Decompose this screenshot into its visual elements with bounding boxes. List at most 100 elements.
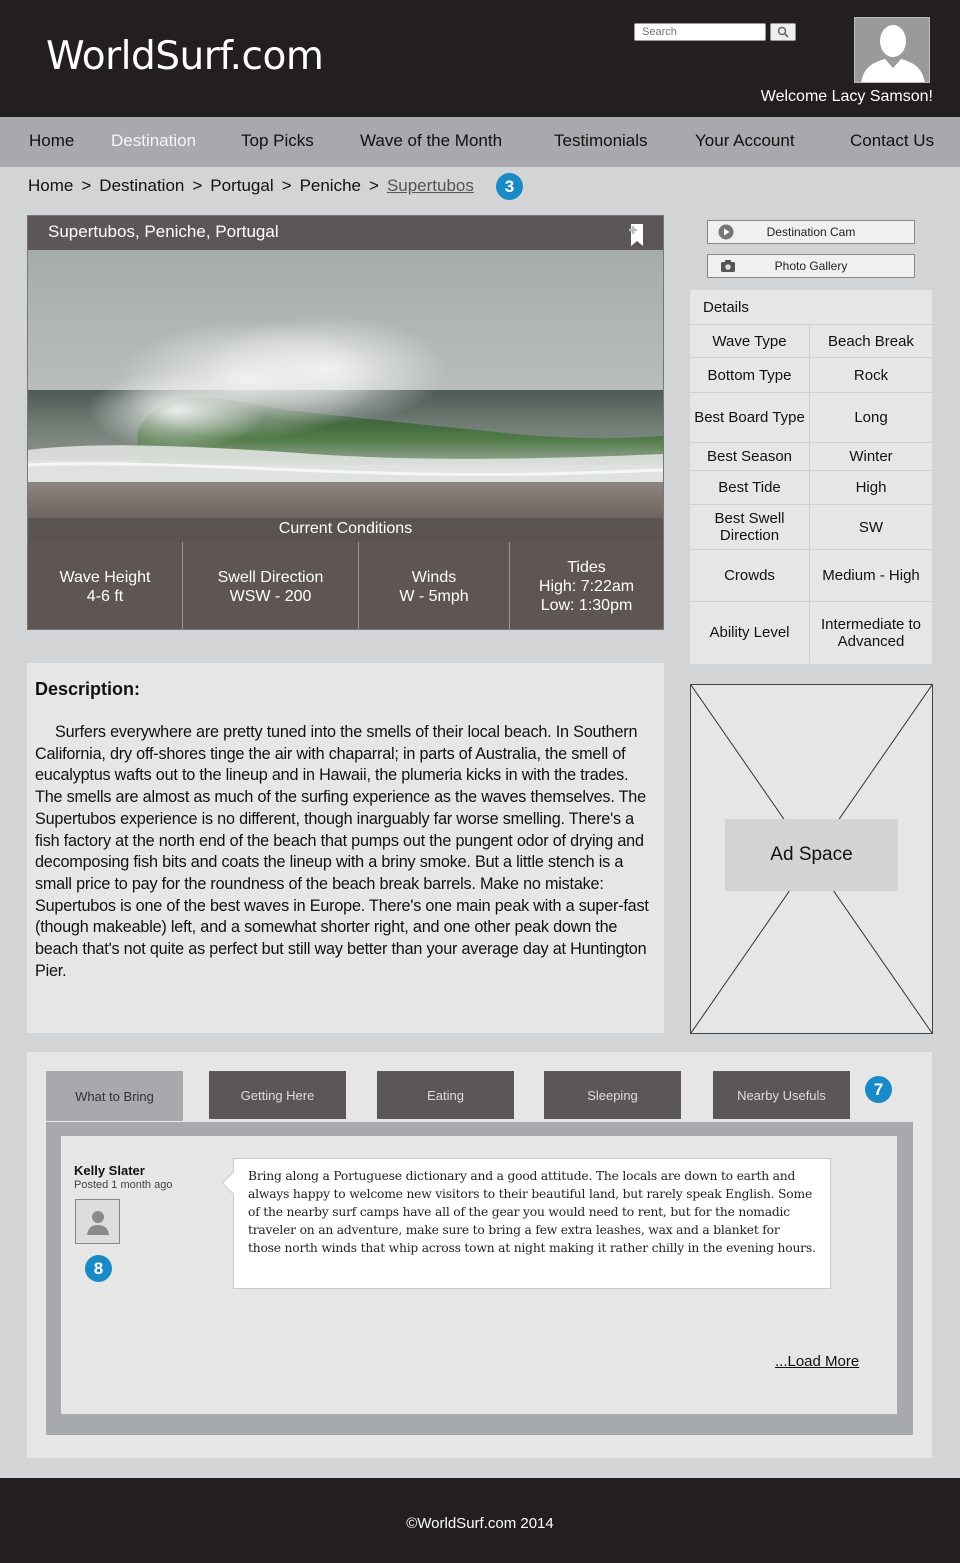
detail-row: Best Swell Direction SW	[690, 504, 932, 549]
tab-getting-here[interactable]: Getting Here	[209, 1071, 346, 1119]
condition-label: Tides	[567, 559, 606, 576]
details-heading: Details	[703, 299, 749, 316]
search-input[interactable]	[634, 23, 766, 41]
condition-tides: Tides High: 7:22am Low: 1:30pm	[510, 542, 663, 629]
ad-space[interactable]: Ad Space	[690, 684, 933, 1034]
tab-nearby-usefuls[interactable]: Nearby Usefuls	[713, 1071, 850, 1119]
hero-title: Supertubos, Peniche, Portugal	[28, 216, 663, 250]
detail-key: Best Tide	[690, 471, 810, 504]
tabs-panel: What to Bring Getting Here Eating Sleepi…	[27, 1052, 932, 1458]
nav-contact-us[interactable]: Contact Us	[850, 131, 934, 151]
details-table: Details Wave Type Beach Break Bottom Typ…	[690, 290, 932, 664]
annotation-badge-3: 3	[496, 173, 523, 200]
photo-gallery-button[interactable]: Photo Gallery	[707, 254, 915, 278]
detail-row: Best Tide High	[690, 470, 932, 504]
breadcrumb-separator: >	[281, 176, 292, 195]
detail-value: Rock	[853, 366, 889, 384]
search-icon	[777, 26, 789, 38]
detail-value: Medium - High	[822, 567, 920, 584]
main-nav: Home Destination Top Picks Wave of the M…	[0, 117, 960, 167]
condition-value: W - 5mph	[399, 587, 469, 605]
ad-label: Ad Space	[725, 819, 898, 891]
breadcrumb-supertubos[interactable]: Supertubos	[387, 176, 474, 195]
condition-label: Swell Direction	[217, 568, 324, 586]
condition-swell-direction: Swell Direction WSW - 200	[183, 542, 359, 629]
detail-key: Best Season	[690, 443, 810, 470]
comment-posted-time: Posted 1 month ago	[74, 1179, 173, 1191]
detail-value: Long	[854, 409, 888, 426]
conditions-title: Current Conditions	[28, 518, 663, 542]
copyright-text: ©WorldSurf.com 2014	[406, 1515, 554, 1532]
nav-wave-of-the-month[interactable]: Wave of the Month	[360, 131, 502, 151]
annotation-badge-8: 8	[85, 1255, 112, 1282]
destination-cam-button[interactable]: Destination Cam	[707, 220, 915, 244]
breadcrumb-home[interactable]: Home	[28, 176, 73, 195]
site-footer: ©WorldSurf.com 2014	[0, 1478, 960, 1563]
condition-value: High: 7:22am	[538, 578, 635, 595]
play-icon	[718, 224, 734, 243]
description-text: Surfers everywhere are pretty tuned into…	[35, 723, 649, 980]
condition-label: Winds	[411, 568, 457, 586]
comment-bubble: Bring along a Portuguese dictionary and …	[233, 1158, 831, 1289]
welcome-text: Welcome Lacy Samson!	[760, 88, 933, 105]
breadcrumb-separator: >	[369, 176, 379, 195]
conditions-row: Wave Height 4-6 ft Swell Direction WSW -…	[28, 542, 663, 629]
tab-what-to-bring[interactable]: What to Bring	[46, 1071, 183, 1121]
detail-row: Bottom Type Rock	[690, 357, 932, 392]
description-heading: Description:	[35, 679, 141, 699]
bookmark-add-icon[interactable]	[627, 220, 647, 253]
condition-value-2: Low: 1:30pm	[540, 597, 633, 614]
detail-key: Best Swell Direction	[690, 505, 810, 549]
description-panel: Description: Surfers everywhere are pret…	[27, 663, 664, 1033]
detail-value: High	[855, 479, 887, 496]
condition-value: 4-6 ft	[86, 587, 124, 605]
tab-frame: Kelly Slater Posted 1 month ago 8 Bring …	[46, 1122, 913, 1435]
destination-cam-label: Destination Cam	[766, 225, 856, 239]
detail-row: Best Season Winter	[690, 442, 932, 470]
detail-key: Crowds	[690, 550, 810, 601]
tab-eating[interactable]: Eating	[377, 1071, 514, 1119]
annotation-badge-7: 7	[865, 1076, 892, 1103]
detail-row: Wave Type Beach Break	[690, 324, 932, 357]
detail-key: Wave Type	[690, 325, 810, 357]
comment-author[interactable]: Kelly Slater	[74, 1163, 145, 1178]
photo-gallery-label: Photo Gallery	[774, 259, 848, 273]
camera-icon	[720, 259, 736, 276]
condition-winds: Winds W - 5mph	[359, 542, 510, 629]
tab-content: Kelly Slater Posted 1 month ago 8 Bring …	[61, 1136, 897, 1414]
breadcrumb: Home > Destination > Portugal > Peniche > Supert…	[28, 176, 474, 196]
search-button[interactable]	[770, 23, 796, 41]
detail-value: Intermediate to Advanced	[820, 615, 922, 650]
nav-testimonials[interactable]: Testimonials	[554, 131, 648, 151]
breadcrumb-destination[interactable]: Destination	[99, 176, 184, 195]
breadcrumb-separator: >	[81, 176, 92, 195]
condition-label: Wave Height	[59, 568, 151, 586]
detail-key: Best Board Type	[690, 393, 810, 442]
wave-photo	[28, 250, 663, 518]
breadcrumb-separator: >	[192, 176, 203, 195]
user-silhouette-icon	[861, 25, 925, 82]
user-icon	[86, 1210, 109, 1235]
tab-sleeping[interactable]: Sleeping	[544, 1071, 681, 1119]
detail-row: Crowds Medium - High	[690, 549, 932, 601]
detail-key: Bottom Type	[690, 358, 810, 392]
breadcrumb-peniche[interactable]: Peniche	[300, 176, 361, 195]
user-avatar[interactable]	[854, 17, 930, 83]
spot-title: Supertubos, Peniche, Portugal	[48, 222, 279, 241]
nav-home[interactable]: Home	[29, 131, 74, 151]
site-logo[interactable]: WorldSurf.com	[46, 34, 324, 79]
nav-your-account[interactable]: Your Account	[695, 131, 795, 151]
detail-value: Winter	[849, 448, 893, 465]
detail-value: Beach Break	[828, 332, 914, 350]
commenter-avatar[interactable]	[75, 1199, 120, 1244]
detail-value: SW	[858, 518, 884, 536]
detail-key: Ability Level	[690, 602, 810, 663]
nav-top-picks[interactable]: Top Picks	[241, 131, 314, 151]
hero-panel: Supertubos, Peniche, Portugal Current Co…	[27, 215, 664, 630]
condition-value: WSW - 200	[229, 587, 312, 605]
load-more-link[interactable]: ...Load More	[775, 1353, 859, 1370]
detail-row: Best Board Type Long	[690, 392, 932, 442]
nav-destination[interactable]: Destination	[111, 131, 196, 151]
detail-row: Ability Level Intermediate to Advanced	[690, 601, 932, 663]
breadcrumb-portugal[interactable]: Portugal	[210, 176, 273, 195]
